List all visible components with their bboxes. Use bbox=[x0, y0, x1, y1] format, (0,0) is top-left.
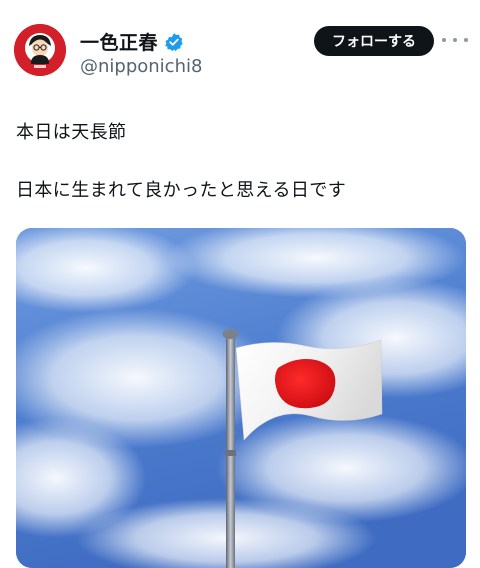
display-name[interactable]: 一色正春 bbox=[80, 28, 158, 55]
avatar-illustration-icon bbox=[14, 24, 66, 76]
avatar[interactable] bbox=[14, 24, 66, 76]
more-dot bbox=[464, 38, 468, 42]
handle[interactable]: @nipponichi8 bbox=[80, 56, 202, 77]
tweet-header: 一色正春 @nipponichi8 フォローする bbox=[0, 0, 480, 90]
name-row: 一色正春 bbox=[80, 28, 184, 55]
tweet-text-line-1: 本日は天長節 bbox=[16, 122, 127, 143]
tweet-text-line-2: 日本に生まれて良かったと思える日です bbox=[16, 180, 347, 201]
tweet-media-photo[interactable] bbox=[16, 228, 466, 568]
japan-flag-photo bbox=[16, 228, 466, 568]
more-dot bbox=[442, 38, 446, 42]
verified-badge-icon bbox=[164, 32, 184, 52]
follow-button[interactable]: フォローする bbox=[314, 26, 434, 56]
more-options-icon[interactable] bbox=[442, 30, 468, 50]
more-dot bbox=[453, 38, 457, 42]
